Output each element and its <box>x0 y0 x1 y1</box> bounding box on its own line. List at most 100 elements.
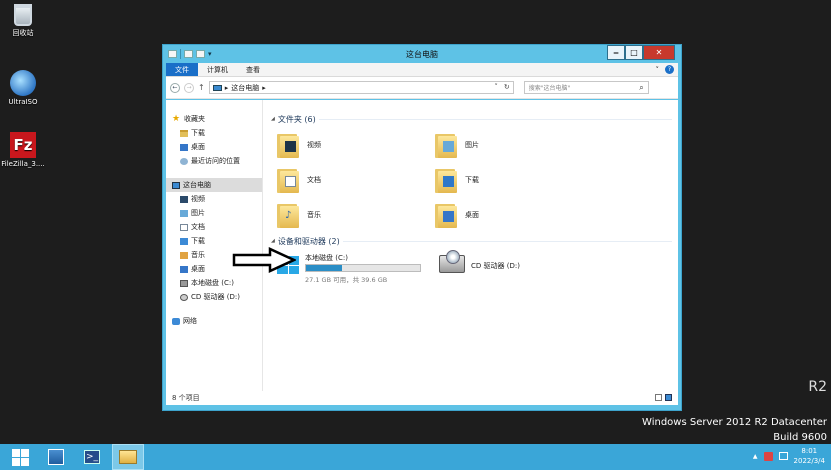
network-status-icon[interactable] <box>778 452 788 460</box>
quick-access-toolbar: ▾ <box>163 49 214 59</box>
nav-favorite-desktop[interactable]: 桌面 <box>166 140 262 154</box>
explorer-window: ▾ 这台电脑 ‒ □ ✕ 文件 计算机 查看 ˅ ? ← → ↑ ▸ 这台电脑 … <box>162 44 682 411</box>
taskbar-file-explorer[interactable] <box>112 444 144 470</box>
tab-file[interactable]: 文件 <box>166 63 198 76</box>
folders-grid: 视频 图片 文档 下载 ♪ 音乐 桌面 <box>271 127 678 232</box>
recycle-bin-icon <box>14 4 32 26</box>
taskbar: >_ ▲ 8:01 2022/3/4 <box>0 444 831 470</box>
collapse-icon[interactable]: ◢ <box>271 116 275 122</box>
large-icons-view-icon[interactable] <box>665 394 672 401</box>
maximize-button[interactable]: □ <box>625 45 643 60</box>
this-pc-icon <box>172 181 180 189</box>
music-folder-icon <box>180 251 188 259</box>
folder-pictures[interactable]: 图片 <box>429 127 587 162</box>
back-button[interactable]: ← <box>170 82 180 93</box>
refresh-icon[interactable]: ↻ <box>504 83 510 91</box>
customize-toolbar-icon[interactable]: ▾ <box>208 51 214 58</box>
tab-view[interactable]: 查看 <box>237 63 269 76</box>
folder-music[interactable]: ♪ 音乐 <box>271 197 429 232</box>
drive-c-usage-bar <box>305 264 421 272</box>
tab-computer[interactable]: 计算机 <box>198 63 237 76</box>
this-pc-icon <box>212 84 222 91</box>
folder-downloads[interactable]: 下载 <box>429 162 587 197</box>
video-folder-icon <box>180 195 188 203</box>
details-view-icon[interactable] <box>655 394 662 401</box>
clock-date: 2022/3/4 <box>793 457 825 465</box>
clock[interactable]: 8:01 2022/3/4 <box>794 446 825 466</box>
star-icon: ★ <box>172 113 181 124</box>
powershell-icon: >_ <box>84 450 100 464</box>
folder-documents[interactable]: 文档 <box>271 162 429 197</box>
desktop-icon-label: FileZilla_3.... <box>1 160 45 168</box>
taskbar-powershell[interactable]: >_ <box>76 444 108 470</box>
minimize-button[interactable]: ‒ <box>607 45 625 60</box>
cd-drive-icon <box>439 250 465 273</box>
downloads-folder-icon <box>180 237 188 245</box>
desktop-folder-icon <box>180 265 188 273</box>
taskbar-server-manager[interactable] <box>40 444 72 470</box>
new-folder-icon[interactable] <box>196 50 205 58</box>
folder-videos[interactable]: 视频 <box>271 127 429 162</box>
drive-cd-d[interactable]: CD 驱动器 (D:) <box>439 250 520 284</box>
show-hidden-icons-icon[interactable]: ▲ <box>753 453 758 460</box>
window-icon[interactable] <box>168 50 177 58</box>
title-bar[interactable]: ▾ 这台电脑 ‒ □ ✕ <box>163 45 681 63</box>
drive-c-free-space: 27.1 GB 可用，共 39.6 GB <box>305 276 388 284</box>
nav-cd-drive-d[interactable]: CD 驱动器 (D:) <box>166 290 262 304</box>
clock-time: 8:01 <box>801 447 818 455</box>
help-icon[interactable]: ? <box>665 65 674 74</box>
collapse-icon[interactable]: ◢ <box>271 238 275 244</box>
nav-favorite-recent[interactable]: 最近访问的位置 <box>166 154 262 168</box>
nav-pictures[interactable]: 图片 <box>166 206 262 220</box>
address-bar[interactable]: ▸ 这台电脑 ▸ ˅ ↻ <box>208 81 514 94</box>
nav-downloads[interactable]: 下载 <box>166 234 262 248</box>
nav-network[interactable]: 网络 <box>166 314 262 328</box>
breadcrumb-separator[interactable]: ▸ <box>262 84 266 92</box>
folder-desktop[interactable]: 桌面 <box>429 197 587 232</box>
ultraiso-icon <box>10 70 36 96</box>
documents-folder-icon <box>277 167 299 193</box>
nav-local-disk-c[interactable]: 本地磁盘 (C:) <box>166 276 262 290</box>
desktop-icon-ultraiso[interactable]: UltraISO <box>0 70 46 106</box>
cd-drive-icon <box>180 293 188 301</box>
close-button[interactable]: ✕ <box>643 45 675 60</box>
nav-videos[interactable]: 视频 <box>166 192 262 206</box>
desktop-icon <box>180 143 188 151</box>
properties-icon[interactable] <box>184 50 193 58</box>
search-icon[interactable]: ⌕ <box>639 83 643 93</box>
nav-documents[interactable]: 文档 <box>166 220 262 234</box>
drive-c-name: 本地磁盘 (C:) <box>305 254 348 262</box>
action-center-icon[interactable] <box>763 451 773 461</box>
video-folder-icon <box>277 132 299 158</box>
os-watermark-edition: Windows Server 2012 R2 Datacenter <box>642 417 827 428</box>
drive-d-name: CD 驱动器 (D:) <box>471 262 520 270</box>
os-watermark-fragment: R2 <box>808 379 827 395</box>
drives-list: 本地磁盘 (C:) 27.1 GB 可用，共 39.6 GB CD 驱动器 (D… <box>271 250 678 284</box>
drive-local-c[interactable]: 本地磁盘 (C:) 27.1 GB 可用，共 39.6 GB <box>277 253 421 284</box>
desktop-icon-recycle-bin[interactable]: 回收站 <box>0 4 46 38</box>
breadcrumb-separator[interactable]: ▸ <box>225 84 229 92</box>
ribbon-tabs: 文件 计算机 查看 ˅ ? <box>166 63 678 77</box>
nav-this-pc[interactable]: 这台电脑 <box>166 178 262 192</box>
documents-folder-icon <box>180 223 188 231</box>
toolbar-separator <box>180 49 181 59</box>
nav-favorite-downloads[interactable]: 下载 <box>166 126 262 140</box>
breadcrumb-this-pc[interactable]: 这台电脑 <box>231 83 259 93</box>
nav-favorites[interactable]: ★ 收藏夹 <box>166 112 262 126</box>
devices-section-header[interactable]: ◢ 设备和驱动器 (2) <box>271 234 678 248</box>
desktop-icon-label: 回收站 <box>12 29 34 37</box>
desktop-icon-filezilla[interactable]: Fz FileZilla_3.... <box>0 132 46 168</box>
forward-button[interactable]: → <box>184 82 194 93</box>
filezilla-icon: Fz <box>10 132 36 158</box>
system-tray: ▲ 8:01 2022/3/4 <box>753 446 825 466</box>
expand-ribbon-icon[interactable]: ˅ <box>656 66 660 74</box>
folders-section-header[interactable]: ◢ 文件夹 (6) <box>271 112 678 126</box>
address-dropdown-icon[interactable]: ˅ <box>494 83 498 91</box>
up-button[interactable]: ↑ <box>198 83 205 92</box>
search-input[interactable]: 搜索"这台电脑" ⌕ <box>523 81 649 94</box>
desktop-folder-icon <box>435 202 457 228</box>
start-button[interactable] <box>4 444 36 470</box>
server-manager-icon <box>48 449 64 465</box>
recent-places-icon <box>180 157 188 165</box>
desktop-icon-label: UltraISO <box>8 98 38 106</box>
